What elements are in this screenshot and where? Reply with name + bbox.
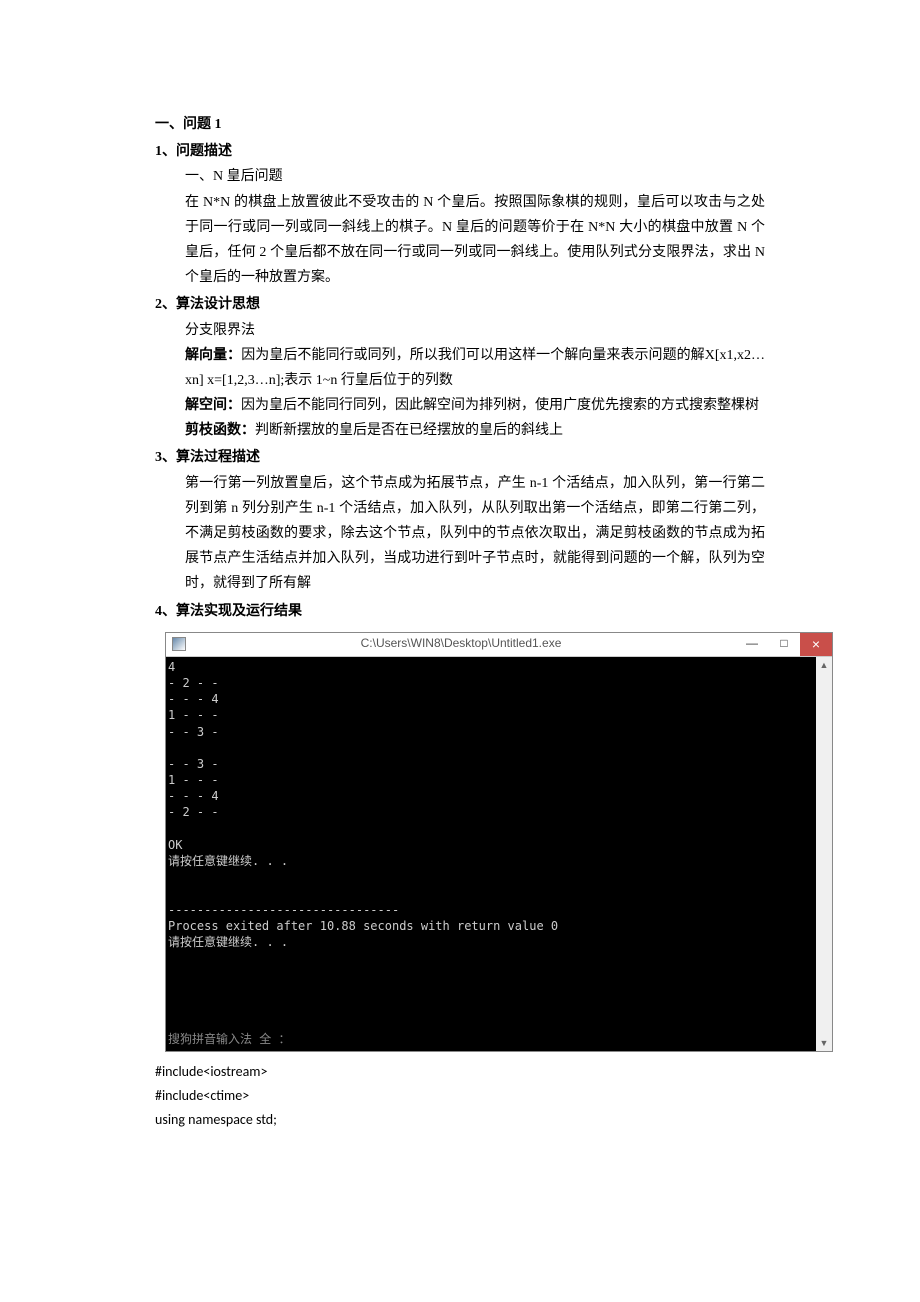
out-l16: -------------------------------- (168, 903, 399, 917)
scroll-up-icon[interactable]: ▲ (816, 657, 832, 673)
sec2-subtitle: 分支限界法 (155, 318, 765, 343)
maximize-button[interactable]: □ (768, 633, 800, 656)
code-line-3: using namespace std; (155, 1108, 765, 1132)
titlebar: C:\Users\WIN8\Desktop\Untitled1.exe — □ … (166, 633, 832, 657)
minimize-button[interactable]: — (736, 633, 768, 656)
out-l9: - - - 4 (168, 789, 219, 803)
sec2-line1: 解向量：因为皇后不能同行或同列，所以我们可以用这样一个解向量来表示问题的解X[x… (155, 343, 765, 393)
out-l1: 4 (168, 660, 175, 674)
window-controls: — □ × (736, 633, 832, 656)
sec1-paragraph: 在 N*N 的棋盘上放置彼此不受攻击的 N 个皇后。按照国际象棋的规则，皇后可以… (155, 190, 765, 291)
scroll-down-icon[interactable]: ▼ (816, 1035, 832, 1051)
sec2-l1-bold: 解向量： (185, 348, 241, 363)
out-l10: - 2 - - (168, 805, 219, 819)
sec2-l1-text: 因为皇后不能同行或同列，所以我们可以用这样一个解向量来表示问题的解X[x1,x2… (185, 348, 765, 388)
sec2-line2: 解空间：因为皇后不能同行同列，因此解空间为排列树，使用广度优先搜索的方式搜索整棵… (155, 393, 765, 418)
sec3-title: 3、算法过程描述 (155, 445, 765, 470)
scroll-track[interactable] (816, 673, 832, 1036)
sec1-title: 1、问题描述 (155, 139, 765, 164)
sec2-title: 2、算法设计思想 (155, 292, 765, 317)
out-l3: - - - 4 (168, 692, 219, 706)
sec1-subtitle: 一、N 皇后问题 (155, 164, 765, 189)
sec2-l3-text: 判断新摆放的皇后是否在已经摆放的皇后的斜线上 (255, 423, 563, 438)
window-title: C:\Users\WIN8\Desktop\Untitled1.exe (186, 633, 736, 655)
sec4-title: 4、算法实现及运行结果 (155, 599, 765, 624)
console-window: C:\Users\WIN8\Desktop\Untitled1.exe — □ … (165, 632, 833, 1053)
out-l18: 请按任意键继续. . . (168, 935, 288, 949)
out-l4: 1 - - - (168, 708, 219, 722)
out-l8: 1 - - - (168, 773, 219, 787)
console-body: 4 - 2 - - - - - 4 1 - - - - - 3 - - - 3 … (166, 657, 832, 1052)
code-block: #include<iostream> #include<ctime> using… (155, 1060, 765, 1131)
sec2-l2-text: 因为皇后不能同行同列，因此解空间为排列树，使用广度优先搜索的方式搜索整棵树 (241, 398, 759, 413)
code-line-2: #include<ctime> (155, 1084, 765, 1108)
out-l13: 请按任意键继续. . . (168, 854, 288, 868)
out-l2: - 2 - - (168, 676, 219, 690)
console-output: 4 - 2 - - - - - 4 1 - - - - - 3 - - - 3 … (166, 657, 816, 1052)
sec2-l2-bold: 解空间： (185, 398, 241, 413)
out-l12: OK (168, 838, 182, 852)
code-line-1: #include<iostream> (155, 1060, 765, 1084)
ime-status: 搜狗拼音输入法 全 ： (168, 1032, 290, 1046)
out-l7: - - 3 - (168, 757, 219, 771)
app-icon (172, 637, 186, 651)
out-l17: Process exited after 10.88 seconds with … (168, 919, 558, 933)
close-button[interactable]: × (800, 633, 832, 656)
sec2-line3: 剪枝函数：判断新摆放的皇后是否在已经摆放的皇后的斜线上 (155, 418, 765, 443)
sec3-paragraph: 第一行第一列放置皇后，这个节点成为拓展节点，产生 n-1 个活结点，加入队列，第… (155, 471, 765, 597)
scrollbar[interactable]: ▲ ▼ (816, 657, 832, 1052)
sec2-l3-bold: 剪枝函数： (185, 423, 255, 438)
heading-main: 一、问题 1 (155, 112, 765, 137)
out-l5: - - 3 - (168, 725, 219, 739)
